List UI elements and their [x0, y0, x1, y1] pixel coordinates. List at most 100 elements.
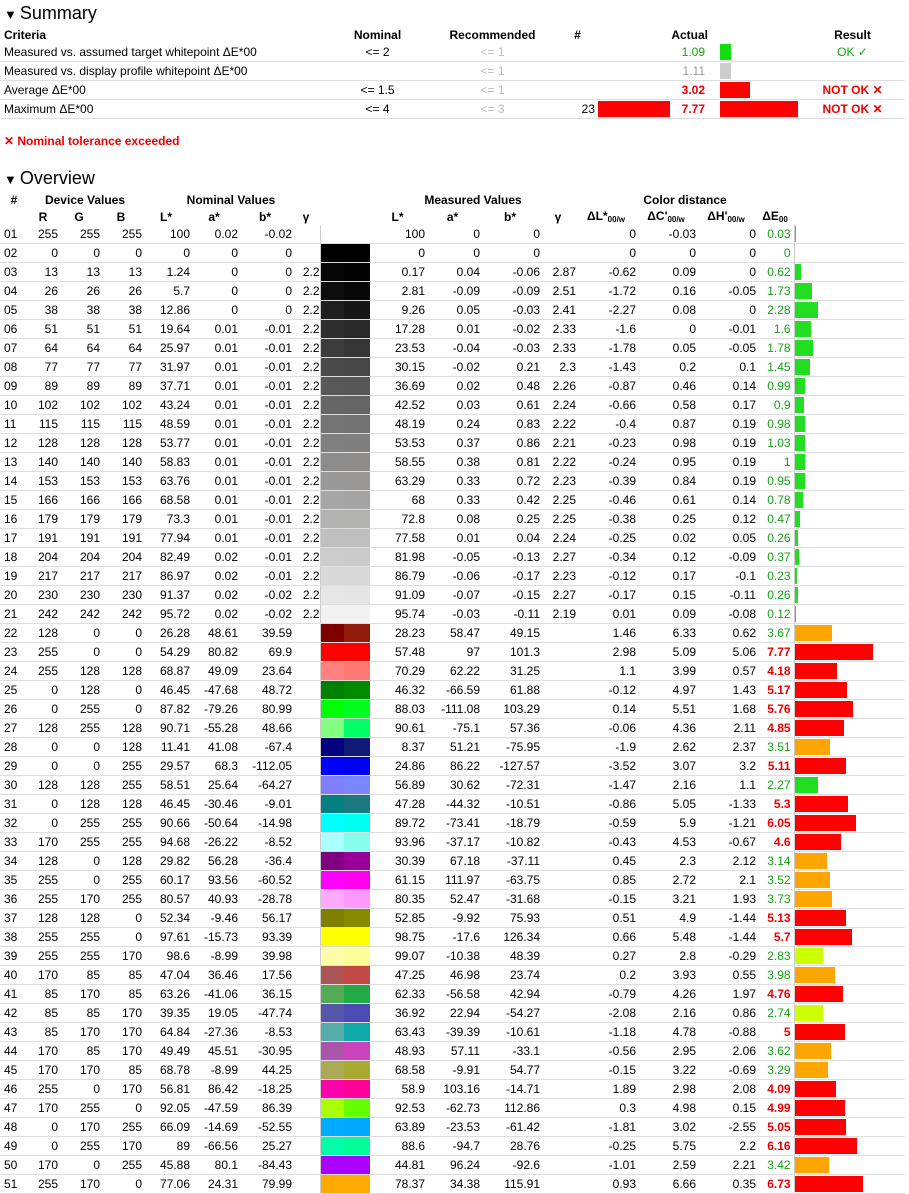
delta-e: 5.17: [756, 680, 795, 700]
measured-color-swatch: [344, 661, 371, 681]
measured-b: -92.6: [480, 1155, 541, 1175]
delta-h: -2.55: [696, 1117, 757, 1137]
delta-h: 0.12: [696, 509, 757, 529]
measured-b: -10.82: [480, 832, 541, 852]
summary-recommended: <= 3: [425, 99, 560, 119]
nominal-a: -26.22: [190, 832, 238, 852]
summary-title: Summary: [19, 3, 97, 23]
measured-a: 111.97: [425, 870, 481, 890]
patch-num: 10: [0, 395, 28, 415]
measured-a: 0.01: [425, 528, 481, 548]
device-r: 0: [28, 243, 58, 263]
measured-l: 89.72: [370, 813, 426, 833]
nominal-a: -47.59: [190, 1098, 238, 1118]
collapse-triangle-icon: ▼: [4, 172, 17, 187]
device-g: 128: [58, 775, 100, 795]
delta-c: 0.58: [636, 395, 697, 415]
nominal-color-swatch: [319, 300, 345, 320]
summary-criteria: Average ΔE*00: [0, 80, 330, 100]
measured-a: -39.39: [425, 1022, 481, 1042]
device-g: 0: [58, 642, 100, 662]
overview-toggle[interactable]: ▼ Overview: [0, 165, 909, 191]
device-b: 51: [100, 319, 142, 339]
patch-row: 18 204 204 204 82.49 0.02 -0.01 2.2 81.98 -0.05 -0…: [0, 547, 906, 567]
nominal-l: 95.72: [142, 604, 190, 624]
measured-b: -61.42: [480, 1117, 541, 1137]
summary-toggle[interactable]: ▼ Summary: [0, 0, 909, 26]
measured-l: 53.53: [370, 433, 426, 453]
nominal-b: -0.01: [238, 490, 292, 510]
patch-num: 28: [0, 737, 28, 757]
measured-l: 48.93: [370, 1041, 426, 1061]
nominal-a: 0.01: [190, 376, 238, 396]
delta-c: 2.16: [636, 1003, 697, 1023]
measured-l: 98.75: [370, 927, 426, 947]
nominal-gamma: 2.2: [292, 509, 321, 529]
device-g: 170: [58, 1022, 100, 1042]
measured-gamma: [540, 908, 577, 928]
measured-a: 51.21: [425, 737, 481, 757]
delta-c: 0.09: [636, 604, 697, 624]
nominal-b: 39.98: [238, 946, 292, 966]
delta-e-bar-cell: [793, 604, 906, 624]
delta-h: 2.06: [696, 1041, 757, 1061]
patch-row: 38 255 255 0 97.61 -15.73 93.39 98.75 -17.6 126.3…: [0, 927, 906, 947]
nominal-l: 86.97: [142, 566, 190, 586]
nominal-gamma: [292, 1079, 321, 1099]
delta-l: -1.6: [576, 319, 637, 339]
delta-h: 0.19: [696, 433, 757, 453]
measured-l: 0: [370, 243, 426, 263]
device-g: 13: [58, 262, 100, 282]
nominal-color-swatch: [319, 528, 345, 548]
measured-color-swatch: [344, 1022, 371, 1042]
nominal-l: 73.3: [142, 509, 190, 529]
measured-a: -0.09: [425, 281, 481, 301]
patch-row: 44 170 85 170 49.49 45.51 -30.95 48.93 57.11 -33.…: [0, 1041, 906, 1061]
device-g: 166: [58, 490, 100, 510]
delta-e-bar: [795, 226, 796, 242]
header-measured-b: b*: [504, 209, 517, 224]
measured-b: 48.39: [480, 946, 541, 966]
device-g: 242: [58, 604, 100, 624]
measured-b: -31.68: [480, 889, 541, 909]
nominal-a: 80.82: [190, 642, 238, 662]
delta-e-bar-cell: [793, 490, 906, 510]
nominal-l: 53.77: [142, 433, 190, 453]
delta-e-bar: [795, 663, 837, 679]
delta-l: 0.45: [576, 851, 637, 871]
header-measured-l: L*: [391, 209, 404, 224]
delta-l: 0.3: [576, 1098, 637, 1118]
measured-a: 34.38: [425, 1174, 481, 1194]
delta-c: 0.17: [636, 566, 697, 586]
patch-row: 41 85 170 85 63.26 -41.06 36.15 62.33 -56.58 42.9…: [0, 984, 906, 1004]
delta-c: 4.36: [636, 718, 697, 738]
delta-h: 0.17: [696, 395, 757, 415]
measured-l: 46.32: [370, 680, 426, 700]
device-r: 170: [28, 1041, 58, 1061]
device-b: 102: [100, 395, 142, 415]
device-b: 128: [100, 794, 142, 814]
nominal-b: -0.02: [238, 225, 292, 244]
nominal-l: 97.61: [142, 927, 190, 947]
measured-b: 101.3: [480, 642, 541, 662]
delta-e-bar: [795, 549, 799, 565]
measured-b: 126.34: [480, 927, 541, 947]
nominal-a: 0.01: [190, 452, 238, 472]
delta-e-bar: [795, 758, 846, 774]
delta-e: 3.14: [756, 851, 795, 871]
measured-color-swatch: [344, 1041, 371, 1061]
measured-color-swatch: [344, 813, 371, 833]
delta-e: 7.77: [756, 642, 795, 662]
device-r: 170: [28, 1060, 58, 1080]
device-b: 153: [100, 471, 142, 491]
delta-h: -1.44: [696, 908, 757, 928]
measured-l: 63.89: [370, 1117, 426, 1137]
measured-a: 0.08: [425, 509, 481, 529]
nominal-l: 52.34: [142, 908, 190, 928]
device-g: 85: [58, 1041, 100, 1061]
delta-l: 0.27: [576, 946, 637, 966]
nominal-l: 31.97: [142, 357, 190, 377]
measured-a: 97: [425, 642, 481, 662]
delta-e-bar-cell: [793, 471, 906, 491]
nominal-color-swatch: [319, 1155, 345, 1175]
